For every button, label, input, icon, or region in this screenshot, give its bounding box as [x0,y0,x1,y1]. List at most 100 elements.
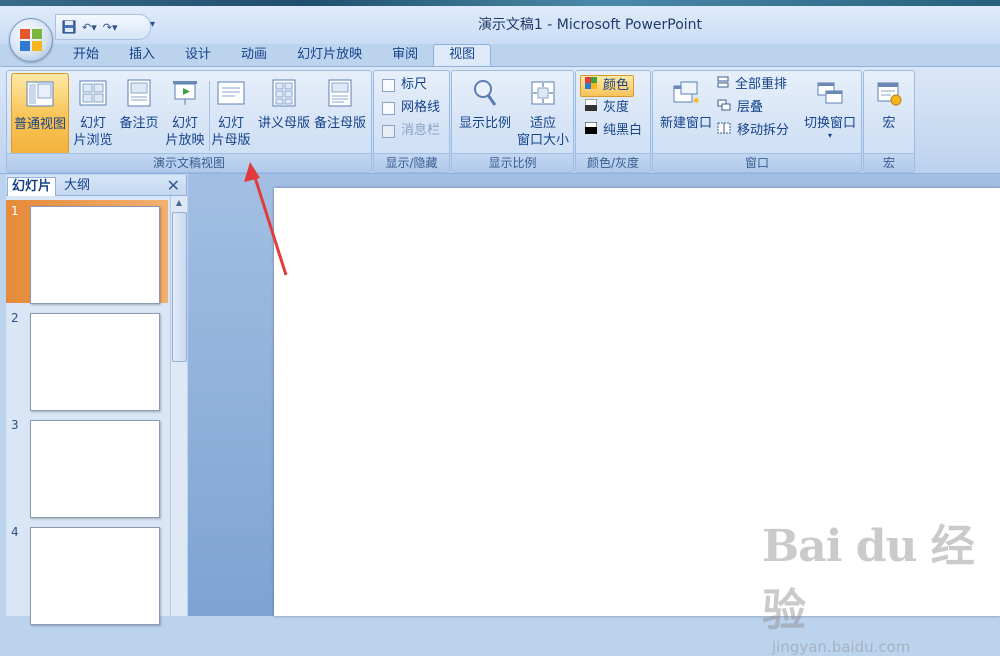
office-button[interactable] [9,18,53,62]
color-swatch-icon [585,76,597,96]
notes-master-button[interactable]: 备注母版 [311,73,369,153]
slide-item-3[interactable]: 3 [6,414,168,518]
group-label-show-hide: 显示/隐藏 [374,153,449,172]
macro-icon [873,77,905,109]
dropdown-arrow-icon: ▾ [827,131,832,140]
slide-thumbnail[interactable] [30,313,160,411]
scroll-up-icon[interactable]: ▲ [172,198,186,210]
scrollbar-thumb[interactable] [172,212,187,362]
desktop-strip [0,0,1000,6]
arrange-all-label: 全部重排 [735,77,788,92]
normal-view-label: 普通视图 [13,117,66,132]
handout-master-icon [268,77,300,109]
group-zoom: 显示比例 适应 窗口大小 显示比例 [451,70,574,173]
grayscale-swatch-icon [584,98,598,118]
tab-review[interactable]: 审阅 [377,44,433,66]
slide-number: 1 [11,204,19,218]
grayscale-button[interactable]: 灰度 [584,98,630,118]
tab-design[interactable]: 设计 [170,44,226,66]
ruler-checkbox[interactable]: 标尺 [382,75,427,95]
macros-label: 宏 [882,116,896,131]
group-label-presentation-views: 演示文稿视图 [7,153,371,172]
message-bar-checkbox-box [382,124,395,138]
group-window: ✷ 新建窗口 全部重排 层叠 移动拆分 切换窗口 ▾ 窗口 [652,70,862,173]
ruler-checkbox-box[interactable] [382,78,395,92]
arrange-all-button[interactable]: 全部重排 [717,75,787,95]
slide-master-label-2: 片母版 [211,133,251,148]
tab-slides[interactable]: 幻灯片 [7,177,57,196]
watermark-sub: jingyan.baidu.com [772,638,911,656]
group-label-zoom: 显示比例 [452,153,573,172]
tab-view[interactable]: 视图 [433,44,492,66]
normal-view-button[interactable]: 普通视图 [11,73,69,155]
notes-page-icon [123,77,155,109]
slide-item-2[interactable]: 2 [6,307,168,411]
slide-number: 4 [11,525,19,539]
tab-outline[interactable]: 大纲 [60,177,94,195]
slide-item-1[interactable]: 1 [6,200,168,304]
switch-windows-label: 切换窗口 [803,116,856,131]
slide-thumbnail[interactable] [30,420,160,518]
black-white-swatch-icon [584,121,598,141]
tab-home[interactable]: 开始 [58,44,114,66]
zoom-label: 显示比例 [458,116,511,131]
pane-tabs: 幻灯片 大纲 ✕ [6,175,186,196]
zoom-button[interactable]: 显示比例 [454,73,516,153]
gridlines-label: 网格线 [401,100,441,115]
ribbon: 普通视图 幻灯 片浏览 备注页 幻灯 片放映 幻灯 片母版 讲义母版 备注母版 … [0,66,1000,174]
slides-pane: 幻灯片 大纲 ✕ 1 2 3 4 ▲ [6,175,187,625]
slide-thumbnail[interactable] [30,527,160,625]
slide-number: 3 [11,418,19,432]
fit-window-label-1: 适应 [529,116,556,131]
slide-item-4[interactable]: 4 [6,521,168,625]
group-presentation-views: 普通视图 幻灯 片浏览 备注页 幻灯 片放映 幻灯 片母版 讲义母版 备注母版 … [6,70,372,173]
slide-master-label-1: 幻灯 [217,116,244,131]
grayscale-label: 灰度 [603,100,630,115]
group-label-window: 窗口 [653,153,861,172]
group-show-hide: 标尺 网格线 消息栏 显示/隐藏 [373,70,450,173]
color-button[interactable]: 颜色 [580,75,635,97]
slide-number: 2 [11,311,19,325]
fit-to-window-button[interactable]: 适应 窗口大小 [514,73,572,153]
notes-master-label: 备注母版 [313,116,366,131]
gridlines-checkbox[interactable]: 网格线 [382,98,440,118]
move-split-button[interactable]: 移动拆分 [717,121,789,141]
switch-windows-icon [814,77,846,109]
move-split-label: 移动拆分 [737,123,790,138]
tab-slideshow[interactable]: 幻灯片放映 [282,44,377,66]
ruler-label: 标尺 [401,77,428,92]
tab-animations[interactable]: 动画 [226,44,282,66]
message-bar-checkbox: 消息栏 [382,121,440,141]
cascade-button[interactable]: 层叠 [717,98,763,118]
normal-view-icon [24,78,56,110]
handout-master-button[interactable]: 讲义母版 [255,73,313,153]
arrange-all-icon [717,75,729,95]
group-color-grayscale: 颜色 灰度 纯黑白 颜色/灰度 [575,70,651,173]
color-label: 颜色 [603,78,630,93]
title-bar: ↶▾ ↷▾ ▾ 演示文稿1 - Microsoft PowerPoint [0,0,1000,44]
switch-windows-button[interactable]: 切换窗口 ▾ [799,73,861,153]
move-split-icon [717,121,731,141]
slide-thumbnail-list: 1 2 3 4 [6,196,170,625]
cascade-label: 层叠 [737,100,764,115]
slide-thumbnail[interactable] [30,206,160,304]
svg-text:✷: ✷ [692,96,700,106]
group-macros: 宏 宏 [863,70,915,173]
new-window-label: 新建窗口 [659,116,712,131]
black-white-button[interactable]: 纯黑白 [584,121,642,141]
vertical-scrollbar[interactable]: ▲ [170,196,187,616]
ribbon-tabs: 开始 插入 设计 动画 幻灯片放映 审阅 视图 [58,44,492,66]
group-label-color-grayscale: 颜色/灰度 [576,153,650,172]
macros-button[interactable]: 宏 [864,73,914,153]
watermark-main: Bai du 经验 [762,521,975,636]
tab-insert[interactable]: 插入 [114,44,170,66]
new-window-button[interactable]: ✷ 新建窗口 [655,73,717,153]
fit-window-label-2: 窗口大小 [516,133,569,148]
new-window-icon: ✷ [670,77,702,109]
slide-master-button[interactable]: 幻灯 片母版 [203,73,259,153]
handout-master-label: 讲义母版 [257,116,310,131]
close-pane-icon[interactable]: ✕ [167,176,180,195]
gridlines-checkbox-box[interactable] [382,101,395,115]
message-bar-label: 消息栏 [401,123,441,138]
group-label-macros: 宏 [864,153,914,172]
